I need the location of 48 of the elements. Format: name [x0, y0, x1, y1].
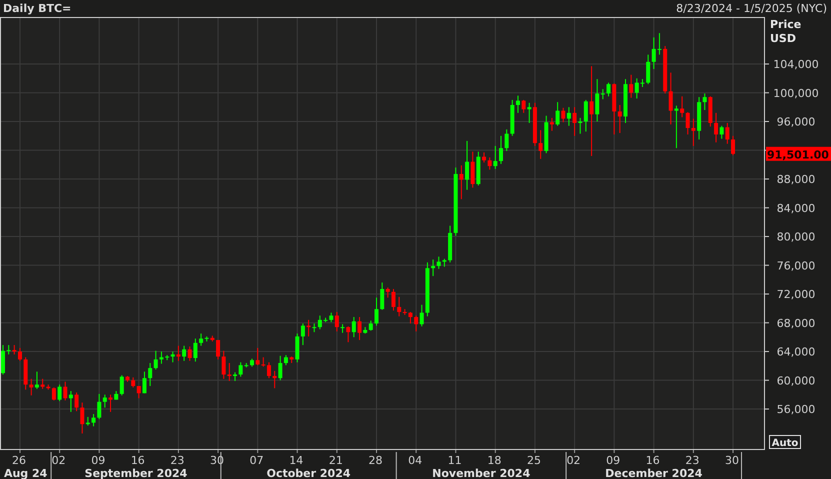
- month-label: September 2024: [84, 467, 188, 479]
- date-label: 21: [328, 454, 343, 467]
- date-range: 8/23/2024 - 1/5/2025 (NYC): [676, 2, 827, 15]
- candlestick: [250, 358, 254, 368]
- price-label: 104,000: [773, 58, 819, 71]
- candlestick: [1, 344, 5, 376]
- candlestick: [731, 135, 736, 156]
- date-label: 30: [725, 454, 740, 467]
- candlestick: [624, 78, 628, 124]
- price-label: 100,000: [773, 86, 819, 100]
- price-label: 84,000: [776, 202, 816, 215]
- price-label: 60,000: [776, 374, 816, 388]
- candlestick: [126, 375, 130, 382]
- date-label: 02: [566, 454, 581, 467]
- axis-title: Price: [770, 18, 802, 31]
- chart-title: Daily BTC=: [3, 2, 72, 15]
- date-label: 26: [12, 454, 26, 467]
- month-label: Aug 24: [4, 467, 48, 479]
- price-label: 76,000: [776, 259, 816, 272]
- last-price-tag: 91,501.00: [766, 146, 831, 162]
- price-label: 96,000: [776, 116, 816, 128]
- date-label: 09: [91, 454, 106, 467]
- candlestick: [374, 297, 378, 326]
- date-label: 28: [368, 454, 382, 467]
- date-label: 23: [170, 454, 184, 467]
- date-label: 14: [289, 454, 304, 467]
- date-label: 02: [52, 454, 66, 467]
- date-label: 11: [448, 454, 462, 467]
- date-label: 23: [685, 454, 700, 467]
- date-label: 09: [606, 454, 620, 467]
- price-label: 64,000: [776, 346, 816, 359]
- month-label: November 2024: [432, 467, 530, 479]
- date-label: 25: [526, 454, 541, 467]
- price-label: 68,000: [776, 316, 816, 330]
- month-label: October 2024: [266, 467, 351, 479]
- date-label: 04: [408, 454, 422, 467]
- candlestick: [499, 135, 503, 164]
- price-label: 88,000: [776, 173, 816, 186]
- date-label: 16: [130, 454, 145, 467]
- date-label: 07: [250, 454, 264, 467]
- price-label: 72,000: [776, 288, 816, 302]
- month-label: December 2024: [605, 467, 702, 479]
- axis-unit: USD: [770, 32, 796, 45]
- date-label: 18: [487, 454, 502, 467]
- price-label: 56,000: [776, 403, 816, 416]
- date-label: 16: [646, 454, 660, 467]
- auto-button[interactable]: Auto: [769, 435, 801, 449]
- price-label: 80,000: [776, 230, 816, 244]
